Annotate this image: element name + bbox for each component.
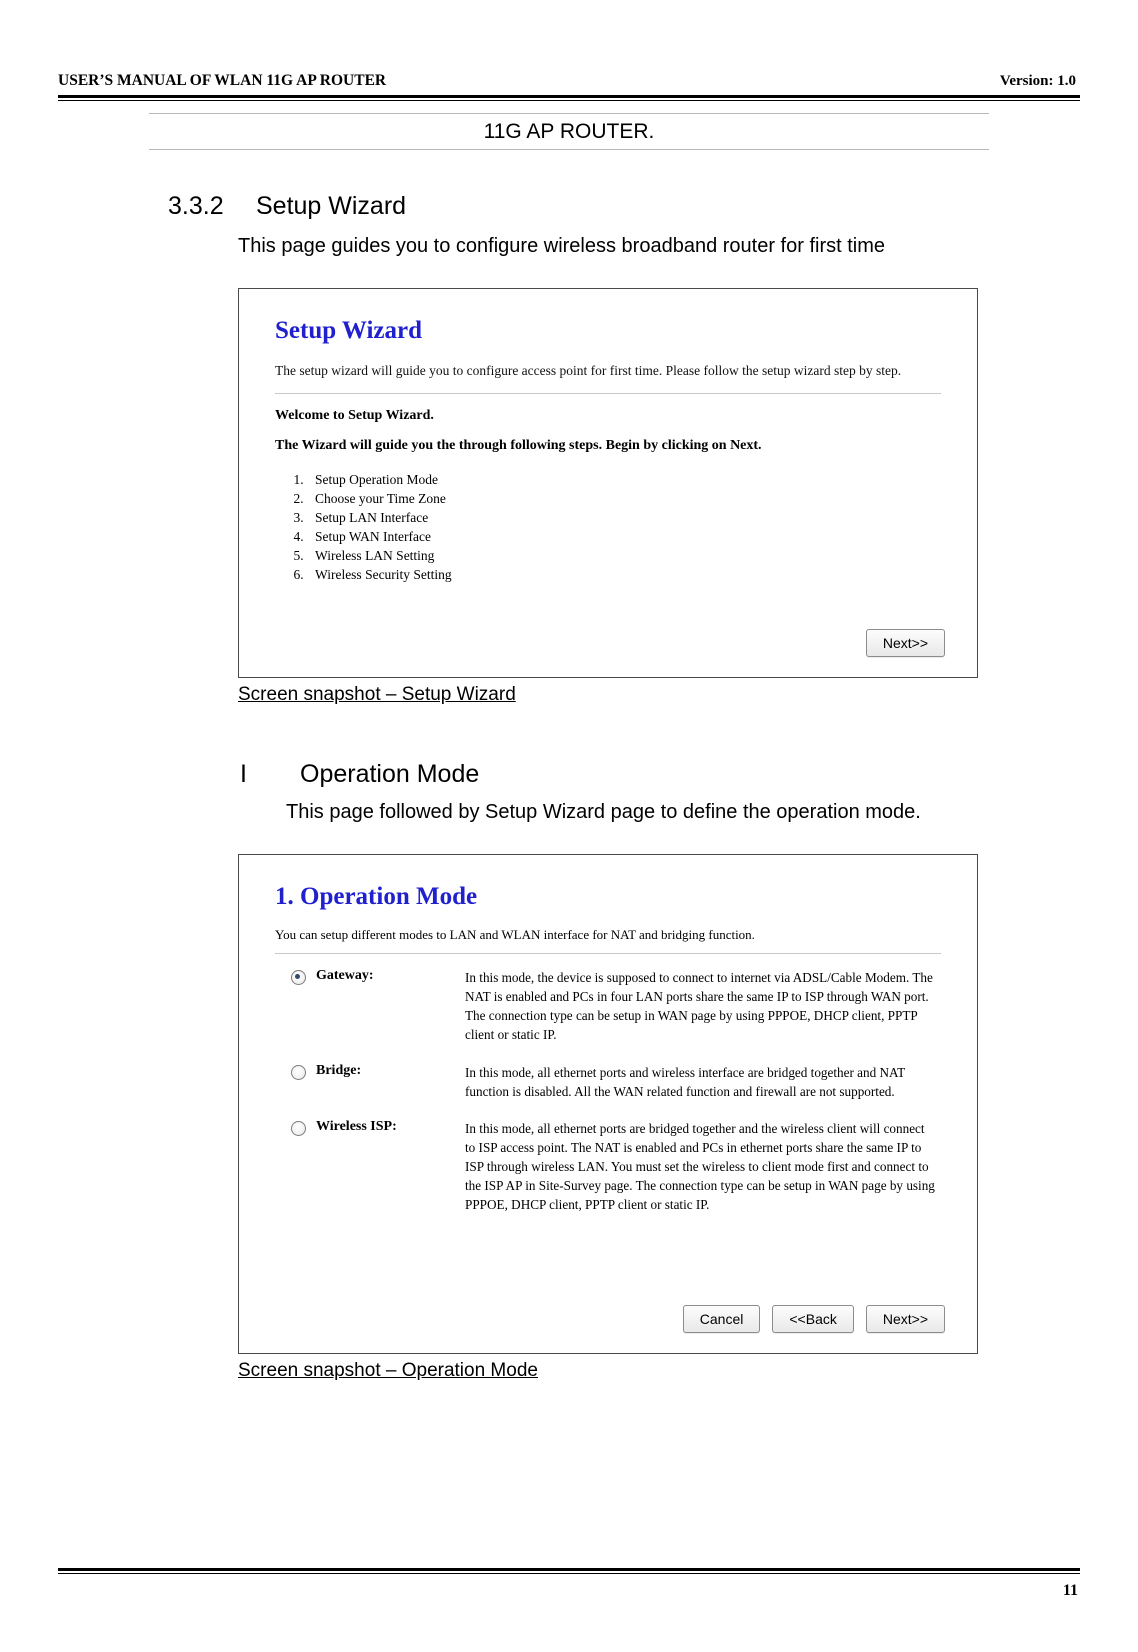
- setup-wizard-intro: The setup wizard will guide you to confi…: [275, 363, 902, 378]
- subsection-heading: I Operation Mode: [240, 760, 1080, 789]
- list-item: Choose your Time Zone: [307, 489, 949, 508]
- setup-wizard-divider: [275, 392, 941, 394]
- page-footer: 11: [58, 1568, 1080, 1600]
- list-item: Setup LAN Interface: [307, 508, 949, 527]
- next-button[interactable]: Next>>: [865, 629, 945, 657]
- operation-mode-option-gateway[interactable]: Gateway: In this mode, the device is sup…: [275, 968, 941, 1045]
- list-item: Wireless LAN Setting: [307, 546, 949, 565]
- operation-mode-caption: Screen snapshot – Operation Mode: [238, 1360, 538, 1381]
- setup-wizard-screenshot: Setup Wizard The setup wizard will guide…: [238, 288, 978, 678]
- wireless-isp-description: In this mode, all ethernet ports are bri…: [465, 1120, 935, 1213]
- subsection-description: This page followed by Setup Wizard page …: [286, 801, 921, 823]
- operation-mode-divider: [275, 953, 941, 954]
- page-number: 11: [1062, 1582, 1078, 1599]
- bridge-label: Bridge:: [316, 1062, 362, 1078]
- cancel-button[interactable]: Cancel: [682, 1305, 761, 1333]
- gateway-description: In this mode, the device is supposed to …: [465, 970, 933, 1043]
- section-title: Setup Wizard: [256, 192, 407, 220]
- operation-mode-screenshot: 1. Operation Mode You can setup differen…: [238, 854, 978, 1354]
- section-description: This page guides you to configure wirele…: [238, 235, 886, 257]
- operation-mode-option-bridge[interactable]: Bridge: In this mode, all ethernet ports…: [275, 1063, 941, 1101]
- document-title-block: 11G AP ROUTER.: [149, 113, 989, 150]
- section-number: 3.3.2: [168, 192, 224, 220]
- list-item: Setup WAN Interface: [307, 527, 949, 546]
- operation-mode-button-row: Cancel <<Back Next>>: [682, 1305, 945, 1333]
- list-item: Setup Operation Mode: [307, 470, 949, 489]
- back-button[interactable]: <<Back: [772, 1305, 854, 1333]
- wireless-isp-label-group[interactable]: Wireless ISP:: [275, 1119, 465, 1215]
- gateway-label-group[interactable]: Gateway:: [275, 968, 465, 1045]
- doc-title-top-divider: [149, 113, 989, 114]
- setup-wizard-welcome: Welcome to Setup Wizard.: [275, 407, 434, 423]
- setup-wizard-step-list: Setup Operation Mode Choose your Time Zo…: [307, 470, 949, 585]
- operation-mode-heading: 1. Operation Mode: [275, 883, 478, 910]
- next-button[interactable]: Next>>: [865, 1305, 945, 1333]
- radio-bridge-icon[interactable]: [291, 1064, 306, 1080]
- list-item: Wireless Security Setting: [307, 565, 949, 584]
- section-heading: 3.3.2 Setup Wizard: [168, 192, 1080, 221]
- header-version: Version: 1.0: [999, 73, 1076, 89]
- setup-wizard-guide: The Wizard will guide you the through fo…: [275, 437, 762, 453]
- header-manual-title: USER’S MANUAL OF WLAN 11G AP ROUTER: [58, 72, 387, 89]
- operation-mode-intro: You can setup different modes to LAN and…: [275, 927, 755, 942]
- subsection-title: Operation Mode: [300, 760, 480, 788]
- page-title: 11G AP ROUTER.: [483, 120, 655, 143]
- setup-wizard-caption: Screen snapshot – Setup Wizard: [238, 684, 516, 705]
- wireless-isp-label: Wireless ISP:: [316, 1118, 397, 1134]
- gateway-label: Gateway:: [316, 968, 374, 983]
- bridge-description: In this mode, all ethernet ports and wir…: [465, 1064, 905, 1099]
- header-divider: [58, 95, 1080, 101]
- subsection-number: I: [240, 760, 247, 788]
- operation-mode-option-wireless-isp[interactable]: Wireless ISP: In this mode, all ethernet…: [275, 1119, 941, 1215]
- page-header: USER’S MANUAL OF WLAN 11G AP ROUTER Vers…: [58, 0, 1080, 90]
- radio-gateway-icon[interactable]: [291, 970, 306, 985]
- bridge-label-group[interactable]: Bridge:: [275, 1063, 465, 1101]
- setup-wizard-heading: Setup Wizard: [275, 317, 423, 344]
- document-page: USER’S MANUAL OF WLAN 11G AP ROUTER Vers…: [0, 0, 1138, 1652]
- setup-wizard-button-row: Next>>: [865, 629, 945, 657]
- doc-title-bottom-divider: [149, 149, 989, 150]
- radio-wireless-isp-icon[interactable]: [291, 1120, 306, 1136]
